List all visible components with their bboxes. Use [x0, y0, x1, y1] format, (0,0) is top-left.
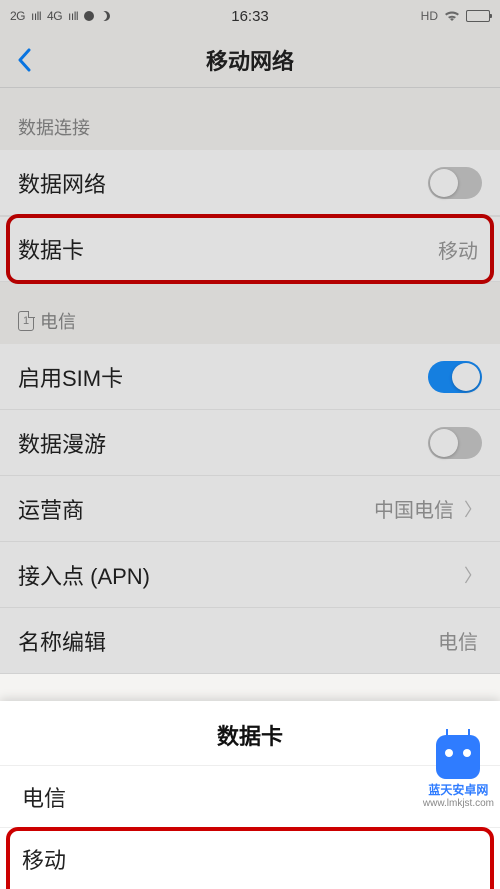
row-apn[interactable]: 接入点 (APN) 〉 [0, 542, 500, 608]
network-4g-label: 4G [47, 9, 62, 23]
status-dot-icon [84, 11, 94, 21]
row-label: 数据漫游 [18, 427, 428, 459]
row-value: 电信 [438, 626, 478, 655]
sheet-option-label: 电信 [22, 781, 66, 813]
toggle-enable-sim[interactable] [428, 361, 482, 393]
toggle-roaming[interactable] [428, 427, 482, 459]
row-data-card[interactable]: 数据卡 移动 [0, 216, 500, 282]
page-title: 移动网络 [0, 44, 500, 76]
signal-bars-icon: ııll [31, 9, 41, 23]
row-name-edit[interactable]: 名称编辑 电信 [0, 608, 500, 674]
robot-icon [436, 735, 480, 779]
row-data-network[interactable]: 数据网络 [0, 150, 500, 216]
status-bar: 2G ııll 4G ııll 16:33 HD [0, 0, 500, 32]
signal-bars-icon: ııll [68, 9, 78, 23]
sheet-option-label: 移动 [22, 843, 66, 875]
sheet-option-mobile[interactable]: 移动 [0, 827, 500, 889]
row-label: 数据卡 [18, 233, 438, 265]
watermark-url: www.lmkjst.com [423, 798, 494, 809]
sim-header-label: 电信 [40, 308, 76, 334]
chevron-right-icon: 〉 [464, 562, 482, 588]
wifi-icon [444, 8, 460, 24]
row-enable-sim[interactable]: 启用SIM卡 [0, 344, 500, 410]
network-2g-label: 2G [10, 9, 25, 23]
back-button[interactable] [0, 32, 48, 88]
watermark: 蓝天安卓网 www.lmkjst.com [423, 735, 494, 809]
hd-indicator: HD [421, 9, 438, 23]
sim-card-icon: 1 [18, 311, 34, 331]
row-label: 运营商 [18, 493, 374, 525]
row-value: 移动 [438, 235, 478, 264]
row-label: 接入点 (APN) [18, 559, 458, 591]
nav-bar: 移动网络 [0, 32, 500, 88]
moon-icon [100, 11, 110, 21]
row-label: 数据网络 [18, 167, 428, 199]
row-value: 中国电信 [374, 494, 454, 523]
battery-icon [466, 10, 490, 22]
row-carrier[interactable]: 运营商 中国电信 〉 [0, 476, 500, 542]
section-header-data: 数据连接 [0, 88, 500, 150]
watermark-brand: 蓝天安卓网 [428, 781, 488, 798]
chevron-right-icon: 〉 [464, 496, 482, 522]
toggle-data-network[interactable] [428, 167, 482, 199]
clock: 16:33 [231, 8, 269, 25]
section-header-sim: 1 电信 [0, 282, 500, 344]
row-label: 名称编辑 [18, 625, 438, 657]
row-label: 启用SIM卡 [18, 361, 428, 393]
row-roaming[interactable]: 数据漫游 [0, 410, 500, 476]
